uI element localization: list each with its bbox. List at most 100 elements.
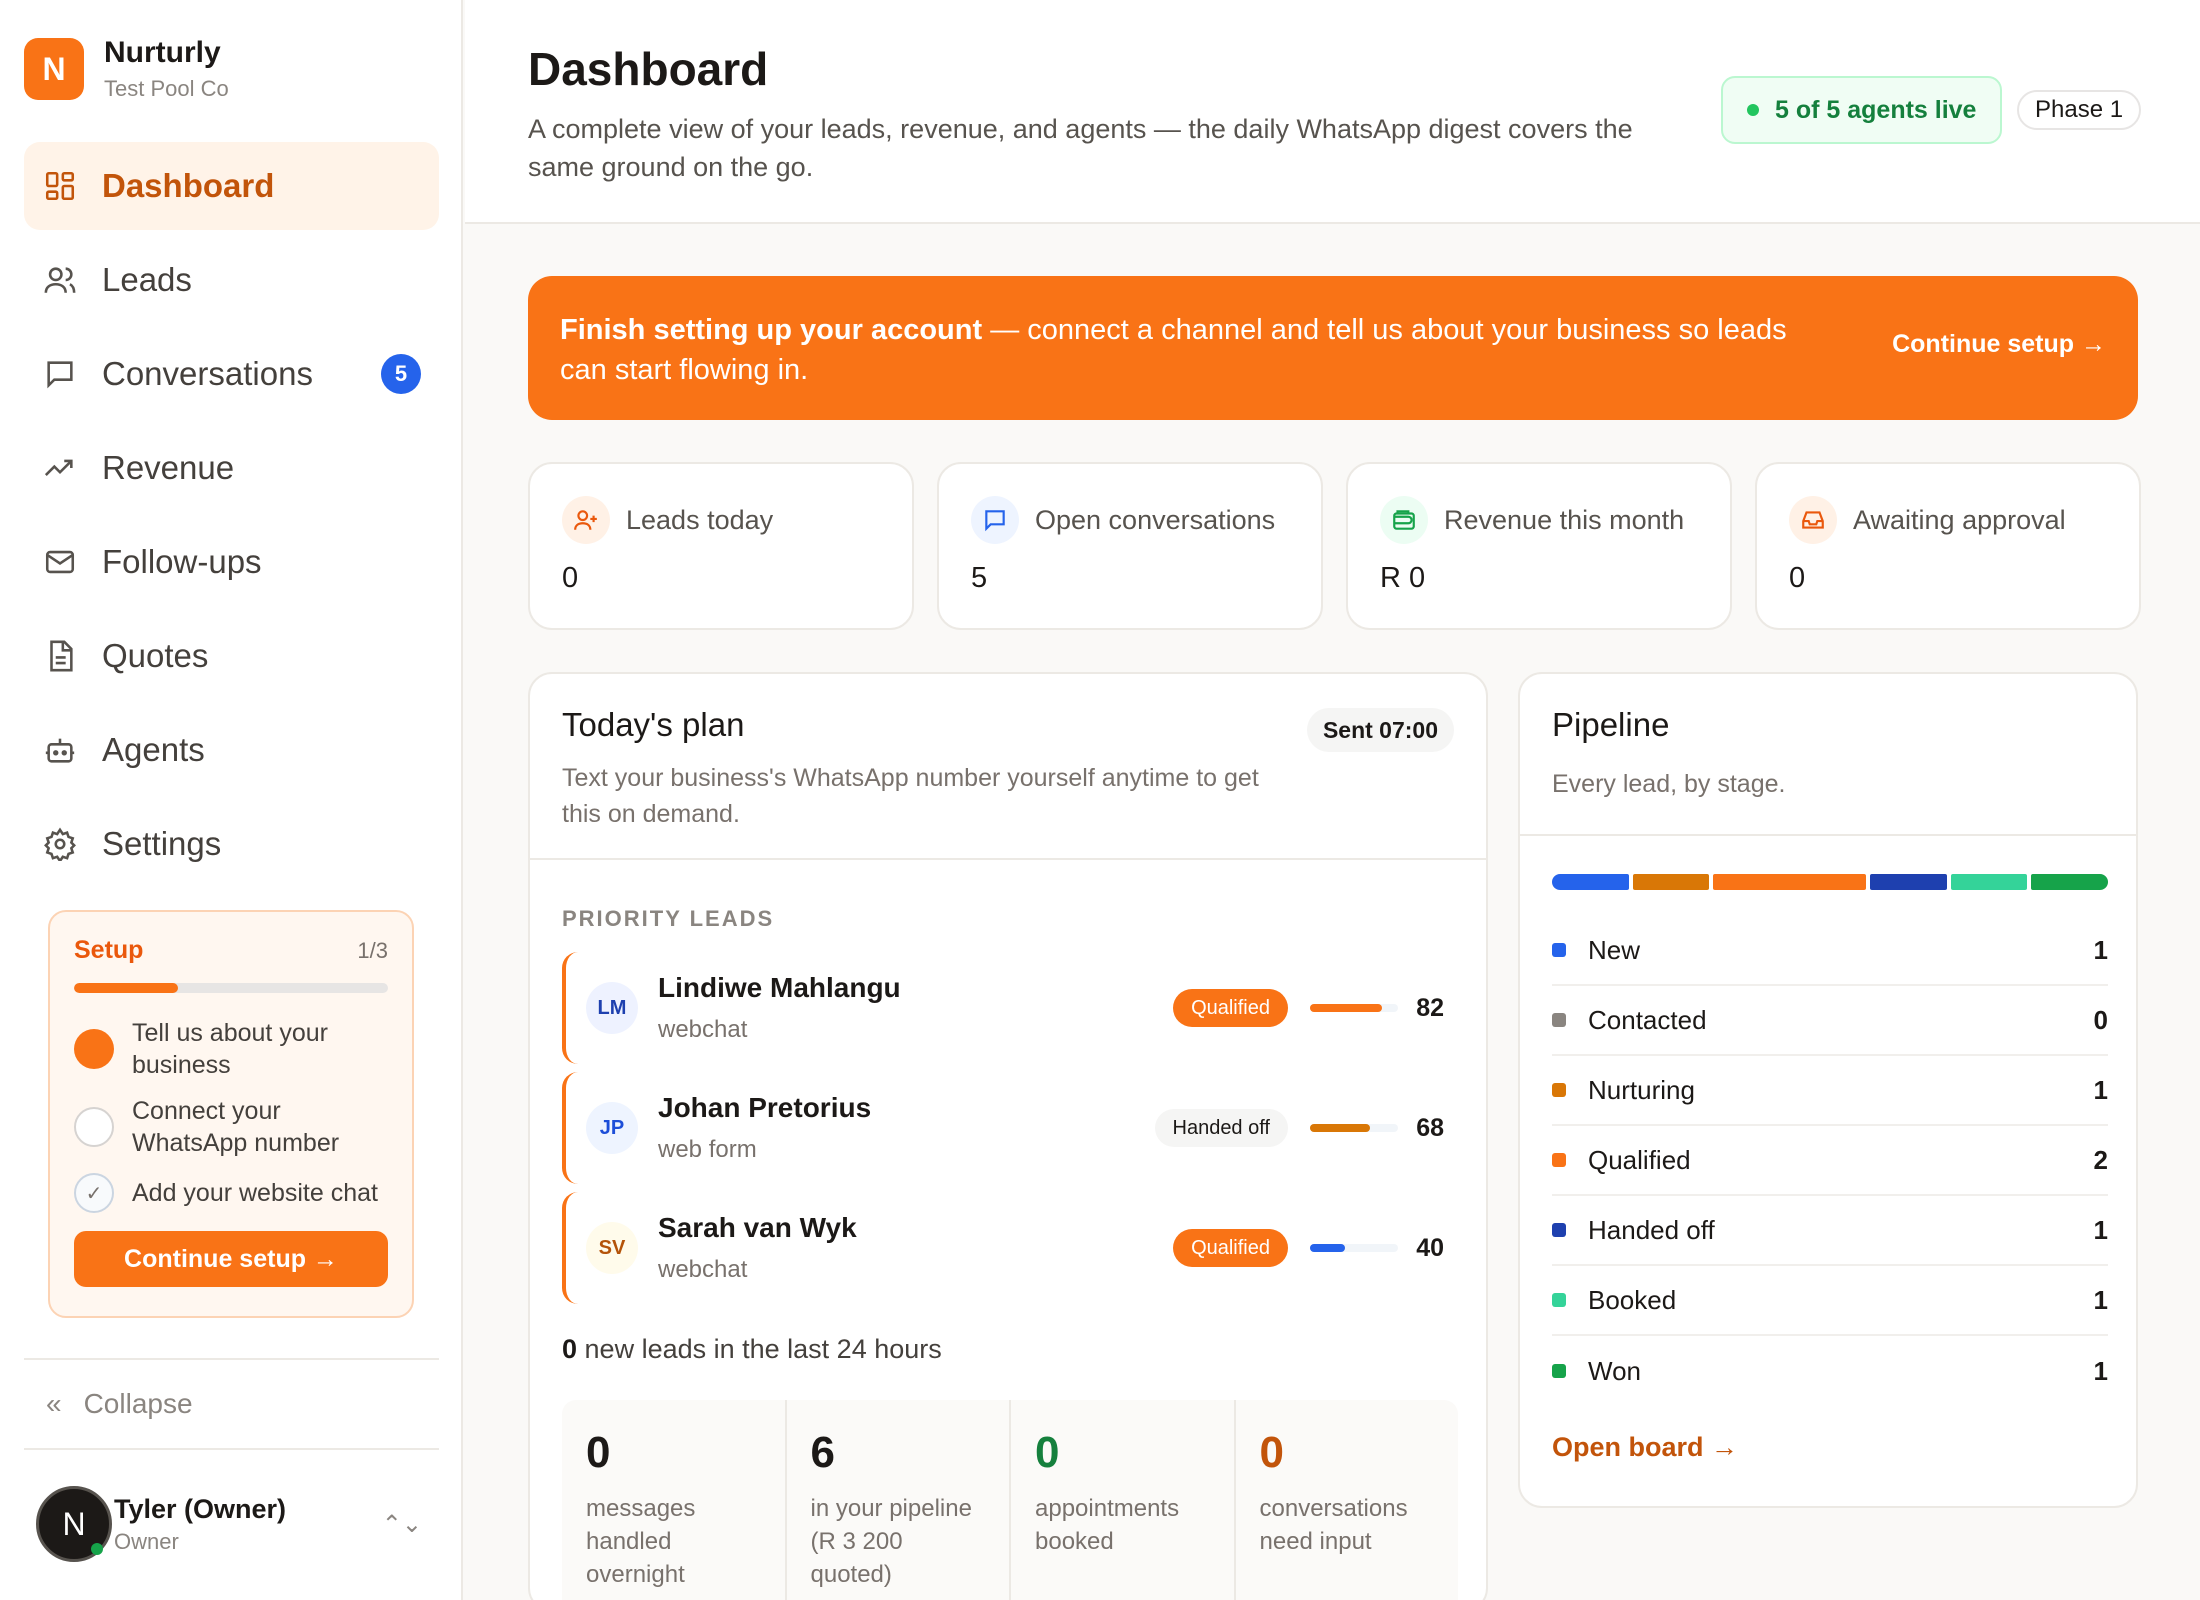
page-header: Dashboard A complete view of your leads,… (465, 0, 2200, 224)
chevrons-left-icon: « (46, 1388, 62, 1419)
collapse-label: Collapse (83, 1388, 193, 1419)
lead-source: webchat (658, 1016, 748, 1043)
setup-step[interactable]: Connect your WhatsApp number (74, 1095, 388, 1159)
step-label: Tell us about your business (132, 1019, 328, 1079)
stat-head: Awaiting approval (1789, 496, 2107, 544)
setup-step[interactable]: ✓ Add your website chat (74, 1173, 388, 1213)
nav-label: Revenue (102, 449, 235, 486)
stat-head: Revenue this month (1380, 496, 1698, 544)
stat-value: R 0 (1380, 562, 1426, 594)
stage-name: Booked (1588, 1284, 1677, 1315)
org-name: Test Pool Co (104, 76, 229, 101)
inbox-icon (1789, 496, 1837, 544)
nav-item-agents[interactable]: Agents (24, 706, 439, 794)
nav-item-conversations[interactable]: Conversations 5 (24, 330, 439, 418)
setup-card: Setup 1/3 Tell us about your business Co… (48, 910, 414, 1318)
nav-item-dashboard[interactable]: Dashboard (24, 142, 439, 230)
pipeline-segment (1632, 874, 1710, 890)
metric-value: 0 (1035, 1428, 1060, 1477)
pipeline-stage-row[interactable]: New 1 (1552, 916, 2108, 986)
avatar: N (36, 1486, 112, 1562)
new-leads-count: 0 (562, 1334, 578, 1364)
nav-item-leads[interactable]: Leads (24, 236, 439, 324)
pipeline-panel: Pipeline Every lead, by stage. New 1 Conta… (1518, 672, 2138, 1508)
lead-score-bar (1310, 1004, 1398, 1012)
step-label: Connect your WhatsApp number (132, 1097, 340, 1157)
stage-name: Nurturing (1588, 1074, 1695, 1105)
lead-score: 68 (1416, 1113, 1444, 1142)
nav-item-follow-ups[interactable]: Follow-ups (24, 518, 439, 606)
agents-live-badge[interactable]: 5 of 5 agents live (1721, 76, 2003, 144)
banner-continue-setup-link[interactable]: Continue setup → (1892, 330, 2106, 359)
pipeline-stage-row[interactable]: Contacted 0 (1552, 986, 2108, 1056)
metric-value: 0 (586, 1428, 611, 1477)
bot-icon (42, 732, 78, 768)
brand[interactable]: N Nurturly Test Pool Co (24, 36, 229, 102)
stage-count: 1 (2093, 1355, 2108, 1386)
step-current-icon (74, 1029, 114, 1069)
user-name: Tyler (Owner) (114, 1493, 287, 1524)
stage-color-icon (1552, 943, 1566, 957)
priority-leads-list: LM Lindiwe Mahlangu webchat Qualified 82 JP Jo… (562, 952, 1458, 1312)
pipeline-stage-row[interactable]: Nurturing 1 (1552, 1056, 2108, 1126)
lead-name: Sarah van Wyk (658, 1212, 857, 1243)
stage-count: 1 (2093, 1214, 2108, 1245)
metric-tile: 0 conversations need input (1235, 1400, 1458, 1600)
metric-label: in your pipeline (R 3 200 quoted) (810, 1495, 972, 1588)
stat-card-leads-today[interactable]: Leads today 0 (528, 462, 914, 630)
pipeline-stage-row[interactable]: Handed off 1 (1552, 1196, 2108, 1266)
nav-label: Agents (102, 731, 205, 768)
nav-label: Quotes (102, 637, 209, 674)
pipeline-subtitle: Every lead, by stage. (1552, 770, 1786, 798)
stat-card-awaiting-approval[interactable]: Awaiting approval 0 (1755, 462, 2141, 630)
lead-row[interactable]: JP Johan Pretorius web form Handed off 68 (562, 1072, 1458, 1184)
stage-count: 1 (2093, 934, 2108, 965)
lead-info: Johan Pretorius web form (658, 1092, 871, 1164)
stat-card-open-conversations[interactable]: Open conversations 5 (937, 462, 1323, 630)
nav-item-quotes[interactable]: Quotes (24, 612, 439, 700)
stat-label: Leads today (626, 504, 774, 535)
banner-text: Finish setting up your account — connect… (560, 310, 1840, 390)
continue-setup-button[interactable]: Continue setup → (74, 1231, 388, 1287)
user-menu[interactable]: N Tyler (Owner) Owner ⌃⌄ (36, 1484, 436, 1564)
lead-status-badge: Qualified (1173, 989, 1288, 1027)
pipeline-stage-row[interactable]: Qualified 2 (1552, 1126, 2108, 1196)
stage-count: 0 (2093, 1004, 2108, 1035)
setup-step[interactable]: Tell us about your business (74, 1017, 388, 1081)
nav-label: Follow-ups (102, 543, 262, 580)
todays-plan-panel: Today's plan Sent 07:00 Text your busine… (528, 672, 1488, 1600)
stage-name: Qualified (1588, 1144, 1691, 1175)
setup-progress-fill (74, 983, 178, 993)
pipeline-segment (1713, 874, 1867, 890)
pipeline-stage-row[interactable]: Won 1 (1552, 1336, 2108, 1406)
stage-name: New (1588, 934, 1641, 965)
lead-row[interactable]: LM Lindiwe Mahlangu webchat Qualified 82 (562, 952, 1458, 1064)
lead-score-fill (1310, 1004, 1383, 1012)
pipeline-stage-row[interactable]: Booked 1 (1552, 1266, 2108, 1336)
lead-name: Johan Pretorius (658, 1092, 872, 1123)
collapse-sidebar-button[interactable]: « Collapse (24, 1358, 439, 1450)
agents-live-label: 5 of 5 agents live (1775, 95, 1977, 124)
stage-color-icon (1552, 1223, 1566, 1237)
banner-title: Finish setting up your account (560, 314, 983, 346)
nav-item-settings[interactable]: Settings (24, 800, 439, 888)
stat-card-revenue-this-month[interactable]: Revenue this month R 0 (1346, 462, 1732, 630)
lead-score-fill (1310, 1244, 1346, 1252)
lead-score-bar (1310, 1244, 1398, 1252)
brand-name: Nurturly (104, 36, 221, 69)
pipeline-segment (1950, 874, 2028, 890)
stage-color-icon (1552, 1293, 1566, 1307)
gear-icon (42, 826, 78, 862)
metric-tile: 6 in your pipeline (R 3 200 quoted) (786, 1400, 1011, 1600)
brand-text: Nurturly Test Pool Co (104, 36, 229, 102)
lead-avatar: LM (586, 982, 638, 1034)
setup-header: Setup 1/3 (74, 936, 388, 965)
lead-row[interactable]: SV Sarah van Wyk webchat Qualified 40 (562, 1192, 1458, 1304)
open-board-link[interactable]: Open board → (1552, 1432, 1738, 1463)
metric-tile: 0 messages handled overnight (562, 1400, 787, 1600)
phase-badge: Phase 1 (2017, 90, 2142, 130)
dashboard-icon (42, 168, 78, 204)
nav-label: Dashboard (102, 167, 275, 204)
nav-item-revenue[interactable]: Revenue (24, 424, 439, 512)
lead-status-badge: Qualified (1173, 1229, 1288, 1267)
